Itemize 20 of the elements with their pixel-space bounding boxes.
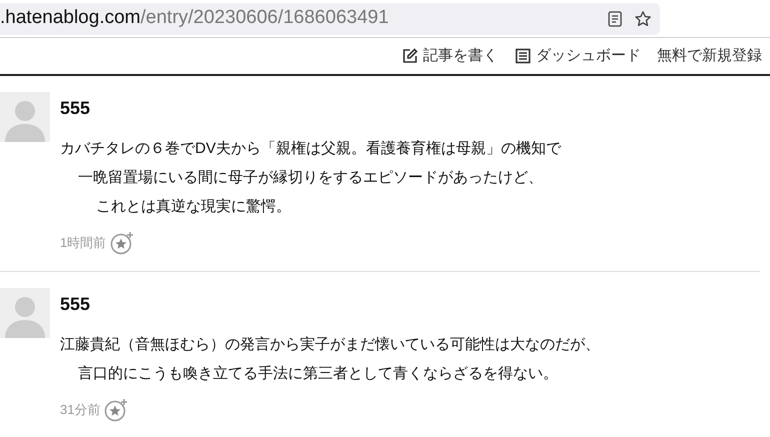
- comment-time: 1時間前: [60, 234, 106, 252]
- bookmark-star-icon[interactable]: [634, 10, 652, 28]
- commenter-name[interactable]: 555: [60, 96, 561, 120]
- commenter-name[interactable]: 555: [60, 292, 600, 316]
- url-text: .hatenablog.com/entry/20230606/1686063491: [0, 6, 389, 30]
- reader-icon[interactable]: [608, 10, 622, 26]
- header-link[interactable]: 記事を書く: [401, 44, 498, 68]
- edit-icon: [401, 47, 419, 65]
- document-icon: [514, 47, 532, 65]
- comment-time: 31分前: [60, 401, 100, 420]
- address-bar[interactable]: .hatenablog.com/entry/20230606/1686063491: [0, 2, 660, 34]
- avatar-icon: [0, 288, 50, 338]
- comment-text-line: 言口的にこうも喚き立てる手法に第三者として青くならざるを得ない。: [77, 364, 559, 384]
- header-link[interactable]: 無料で新規登録: [657, 44, 762, 68]
- header-link[interactable]: ダッシュボード: [514, 44, 641, 68]
- comment-text-line: 一晩留置場にいる間に母子が縁切りをするエピソードがあったけど、: [77, 168, 544, 188]
- comment-text-line: 江藤貴紀（音無ほむら）の発言から実子がまだ懐いている可能性は大なのだが、: [60, 335, 600, 355]
- avatar-icon: [0, 92, 50, 142]
- comment-text-line: これとは真逆な現実に驚愕。: [95, 197, 292, 217]
- comment-text-line: カバチタレの６巻でDV夫から「親権は父親。看護養育権は母親」の機知で: [60, 139, 561, 159]
